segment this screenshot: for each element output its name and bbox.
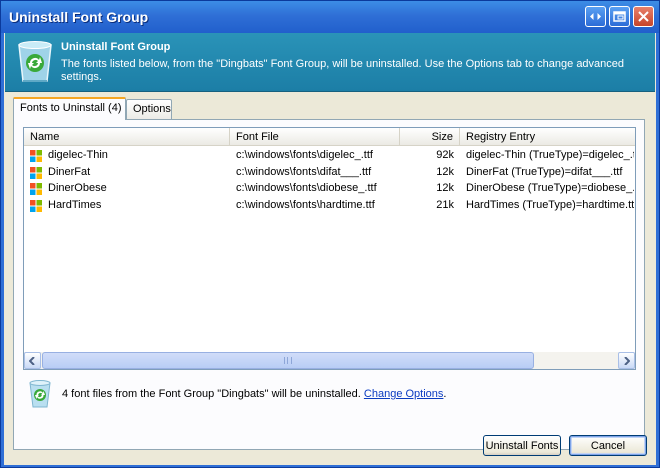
cell-size: 92k: [436, 149, 454, 161]
uninstall-font-group-window: Uninstall Font Group Uninstall Font Grou…: [0, 0, 660, 468]
header-description: The fonts listed below, from the "Dingba…: [61, 58, 625, 82]
font-list[interactable]: Name Font File Size Registry Entry digel…: [23, 127, 636, 370]
scroll-left-button[interactable]: [24, 352, 41, 369]
tab-fonts-to-uninstall[interactable]: Fonts to Uninstall (4): [13, 97, 126, 120]
cell-registry: DinerObese (TrueType)=diobese_.ttf: [466, 182, 634, 194]
scroll-left-icon: [29, 356, 35, 365]
font-file-icon: [30, 199, 42, 212]
restore-button[interactable]: [585, 6, 606, 27]
title-bar[interactable]: Uninstall Font Group: [1, 1, 659, 33]
status-suffix: .: [443, 388, 447, 400]
table-row[interactable]: HardTimes c:\windows\fonts\hardtime.ttf 21…: [24, 198, 635, 214]
recycle-bin-icon: [29, 380, 51, 408]
cell-size: 21k: [436, 198, 454, 211]
restore-icon: [590, 13, 601, 20]
cell-size: 12k: [436, 182, 454, 194]
status-text: 4 font files from the Font Group "Dingba…: [62, 388, 446, 400]
cell-file: c:\windows\fonts\difat___.ttf: [236, 165, 372, 178]
cell-file: c:\windows\fonts\digelec_.ttf: [236, 149, 373, 161]
table-row[interactable]: digelec-Thin c:\windows\fonts\digelec_.tt…: [24, 148, 635, 164]
horizontal-scrollbar[interactable]: [24, 352, 635, 369]
tab-panel-fonts: Name Font File Size Registry Entry digel…: [13, 119, 645, 450]
font-file-icon: [30, 183, 42, 195]
window-title: Uninstall Font Group: [9, 9, 149, 25]
uninstall-fonts-button[interactable]: Uninstall Fonts: [483, 435, 561, 456]
dialog-client-area: Uninstall Font Group The fonts listed be…: [4, 33, 656, 465]
column-header-font-file[interactable]: Font File: [230, 128, 400, 146]
cell-registry: digelec-Thin (TrueType)=digelec_.ttf: [466, 149, 634, 161]
maximize-icon: [613, 11, 626, 22]
scroll-right-button[interactable]: [618, 352, 635, 369]
header-banner: Uninstall Font Group The fonts listed be…: [5, 33, 655, 92]
header-title: Uninstall Font Group: [61, 41, 171, 53]
change-options-link[interactable]: Change Options: [364, 388, 444, 400]
font-file-icon: [30, 166, 42, 179]
table-row[interactable]: DinerFat c:\windows\fonts\difat___.ttf 12k…: [24, 165, 635, 181]
cell-name: digelec-Thin: [48, 149, 108, 161]
scroll-right-icon: [624, 356, 630, 365]
close-button[interactable]: [633, 6, 654, 27]
list-header: Name Font File Size Registry Entry: [24, 128, 635, 146]
cell-name: DinerObese: [48, 182, 107, 194]
cell-size: 12k: [436, 165, 454, 178]
cell-name: HardTimes: [48, 198, 102, 211]
column-header-registry-entry[interactable]: Registry Entry: [460, 128, 635, 146]
cell-file: c:\windows\fonts\diobese_.ttf: [236, 182, 377, 194]
cell-file: c:\windows\fonts\hardtime.ttf: [236, 198, 375, 211]
table-row[interactable]: DinerObese c:\windows\fonts\diobese_.ttf 1…: [24, 181, 635, 197]
close-icon: [638, 11, 649, 22]
scroll-grip-icon: [284, 357, 292, 364]
tab-options[interactable]: Options: [126, 99, 172, 119]
column-header-size[interactable]: Size: [400, 128, 460, 146]
cancel-button[interactable]: Cancel: [569, 435, 647, 456]
cell-name: DinerFat: [48, 165, 91, 178]
cell-registry: DinerFat (TrueType)=difat___.ttf: [466, 165, 623, 178]
cell-registry: HardTimes (TrueType)=hardtime.ttf: [466, 198, 634, 211]
status-sentence: 4 font files from the Font Group "Dingba…: [62, 388, 364, 400]
font-file-icon: [30, 150, 42, 162]
scroll-thumb[interactable]: [42, 352, 534, 369]
status-message: 4 font files from the Font Group "Dingba…: [26, 379, 626, 409]
recycle-bin-icon: [18, 41, 52, 82]
maximize-button[interactable]: [609, 6, 630, 27]
column-header-name[interactable]: Name: [24, 128, 230, 146]
